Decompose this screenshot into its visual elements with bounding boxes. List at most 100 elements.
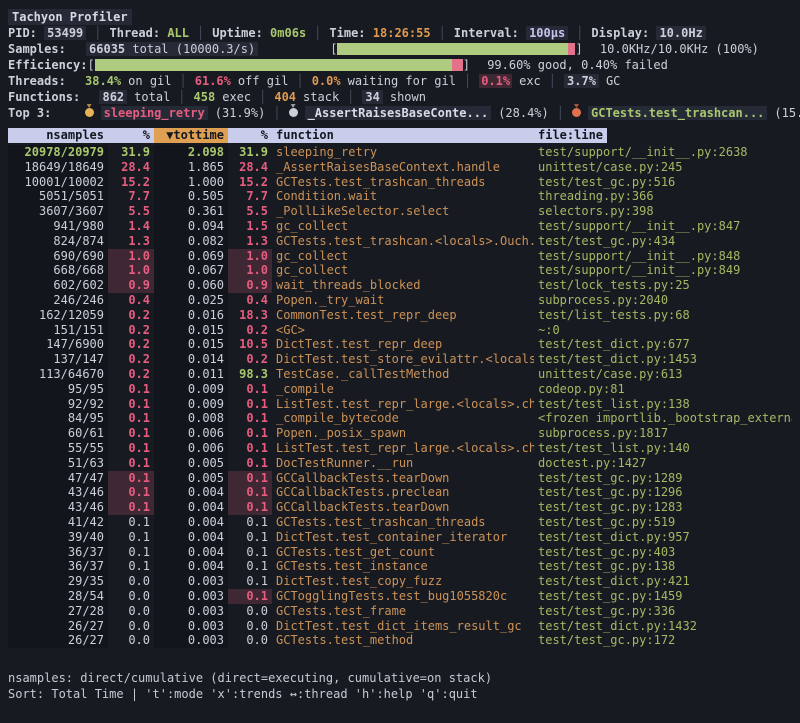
table-row[interactable]: 151/1510.20.0150.2<GC>~:0 xyxy=(8,323,792,338)
file-line-cell: test/support/__init__.py:849 xyxy=(534,263,792,278)
table-row[interactable]: 602/6020.90.0600.9wait_threads_blockedte… xyxy=(8,278,792,293)
table-row[interactable]: 137/1470.20.0140.2DictTest.test_store_ev… xyxy=(8,352,792,367)
cumulative-pct-cell: 18.3 xyxy=(228,308,272,323)
table-row[interactable]: 41/420.10.0040.1GCTests.test_trashcan_th… xyxy=(8,515,792,530)
top-function-pct: (31.9%) xyxy=(215,106,266,120)
table-row[interactable]: 18649/1864928.41.86528.4_AssertRaisesBas… xyxy=(8,160,792,175)
direct-pct-cell: 0.1 xyxy=(108,530,154,545)
bar-close-bracket: ] xyxy=(575,42,582,56)
direct-pct-cell: 0.1 xyxy=(108,426,154,441)
thread-value[interactable]: ALL xyxy=(167,26,189,40)
cumulative-pct-cell: 0.1 xyxy=(228,500,272,515)
header-cumulative-pct[interactable]: % xyxy=(228,128,272,143)
header-direct-pct[interactable]: % xyxy=(108,128,154,143)
table-row[interactable]: 39/400.10.0040.1DictTest.test_container_… xyxy=(8,530,792,545)
thread-stat: 3.7%GC xyxy=(564,74,620,88)
header-file-line[interactable]: file:line xyxy=(534,128,792,143)
table-row[interactable]: 47/470.10.0050.1GCCallbackTests.tearDown… xyxy=(8,471,792,486)
top-function[interactable]: sleeping_retry(31.9%) xyxy=(85,106,266,120)
direct-pct-cell: 7.7 xyxy=(108,189,154,204)
thread-stat: 61.6%off gil xyxy=(195,74,289,88)
function-cell: GCCallbackTests.tearDown xyxy=(272,471,534,486)
nsamples-cell: 18649/18649 xyxy=(8,160,108,175)
table-row[interactable]: 60/610.10.0060.1Popen._posix_spawnsubpro… xyxy=(8,426,792,441)
direct-pct-cell: 0.2 xyxy=(108,367,154,382)
divider: │ xyxy=(541,74,564,88)
cumulative-pct-cell: 5.5 xyxy=(228,204,272,219)
thread-stat-label: on gil xyxy=(128,74,171,88)
nsamples-cell: 602/602 xyxy=(8,278,108,293)
nsamples-cell: 668/668 xyxy=(8,263,108,278)
table-row[interactable]: 36/370.10.0040.1GCTests.test_instancetes… xyxy=(8,559,792,574)
time-value: 18:26:55 xyxy=(373,26,431,40)
direct-pct-cell: 5.5 xyxy=(108,204,154,219)
cumulative-pct-cell: 0.2 xyxy=(228,323,272,338)
direct-pct-cell: 1.0 xyxy=(108,263,154,278)
direct-pct-cell: 0.1 xyxy=(108,397,154,412)
function-stat-label: exec xyxy=(222,90,251,104)
table-row[interactable]: 824/8741.30.0821.3GCTests.test_trashcan.… xyxy=(8,234,792,249)
divider: │ xyxy=(568,26,591,40)
tottime-cell: 0.060 xyxy=(154,278,228,293)
nsamples-cell: 151/151 xyxy=(8,323,108,338)
header-tottime-sorted[interactable]: ▼tottime xyxy=(154,128,228,143)
thread-stat-label: GC xyxy=(606,74,620,88)
table-row[interactable]: 29/350.00.0030.1DictTest.test_copy_fuzzt… xyxy=(8,574,792,589)
table-row[interactable]: 690/6901.00.0691.0gc_collecttest/support… xyxy=(8,249,792,264)
function-cell: gc_collect xyxy=(272,263,534,278)
table-row[interactable]: 668/6681.00.0671.0gc_collecttest/support… xyxy=(8,263,792,278)
nsamples-cell: 28/54 xyxy=(8,589,108,604)
table-row[interactable]: 3607/36075.50.3615.5_PollLikeSelector.se… xyxy=(8,204,792,219)
file-line-cell: test/test_gc.py:434 xyxy=(534,234,792,249)
direct-pct-cell: 0.1 xyxy=(108,559,154,574)
cumulative-pct-cell: 0.1 xyxy=(228,382,272,397)
header-nsamples[interactable]: nsamples xyxy=(8,128,108,143)
thread-stat-label: exc xyxy=(519,74,541,88)
table-row[interactable]: 5051/50517.70.5057.7Condition.waitthread… xyxy=(8,189,792,204)
table-row[interactable]: 51/630.10.0050.1DocTestRunner.__rundocte… xyxy=(8,456,792,471)
divider: │ xyxy=(86,26,109,40)
thread-stat-label: waiting for gil xyxy=(348,74,456,88)
nsamples-cell: 41/42 xyxy=(8,515,108,530)
tottime-cell: 0.008 xyxy=(154,411,228,426)
file-line-cell: test/test_dict.py:677 xyxy=(534,337,792,352)
cumulative-pct-cell: 15.2 xyxy=(228,175,272,190)
table-row[interactable]: 20978/2097931.92.09831.9sleeping_retryte… xyxy=(8,145,792,160)
top-function[interactable]: GCTests.test_trashcan...(15.2%) xyxy=(572,106,800,120)
file-line-cell: test/test_dict.py:1453 xyxy=(534,352,792,367)
direct-pct-cell: 0.1 xyxy=(108,471,154,486)
table-row[interactable]: 36/370.10.0040.1GCTests.test_get_countte… xyxy=(8,545,792,560)
table-row[interactable]: 10001/1000215.21.00015.2GCTests.test_tra… xyxy=(8,175,792,190)
divider: │ xyxy=(265,106,288,120)
table-row[interactable]: 84/950.10.0080.1_compile_bytecode<frozen… xyxy=(8,411,792,426)
table-row[interactable]: 95/950.10.0090.1_compilecodeop.py:81 xyxy=(8,382,792,397)
header-function[interactable]: function xyxy=(272,128,534,143)
table-row[interactable]: 28/540.00.0030.1GCTogglingTests.test_bug… xyxy=(8,589,792,604)
nsamples-cell: 690/690 xyxy=(8,249,108,264)
table-row[interactable]: 27/280.00.0030.0GCTests.test_frametest/t… xyxy=(8,604,792,619)
table-row[interactable]: 92/920.10.0090.1ListTest.test_repr_large… xyxy=(8,397,792,412)
uptime-label: Uptime: xyxy=(212,26,263,40)
table-row[interactable]: 941/9801.40.0941.5gc_collecttest/support… xyxy=(8,219,792,234)
divider: │ xyxy=(549,106,572,120)
function-cell: GCTogglingTests.test_bug1055820c xyxy=(272,589,534,604)
table-row[interactable]: 113/646700.20.01198.3TestCase._callTestM… xyxy=(8,367,792,382)
table-row[interactable]: 246/2460.40.0250.4Popen._try_waitsubproc… xyxy=(8,293,792,308)
direct-pct-cell: 0.0 xyxy=(108,604,154,619)
function-cell: GCTests.test_trashcan_threads xyxy=(272,175,534,190)
file-line-cell: test/test_list.py:138 xyxy=(534,397,792,412)
table-row[interactable]: 147/69000.20.01510.5DictTest.test_repr_d… xyxy=(8,337,792,352)
table-row[interactable]: 26/270.00.0030.0GCTests.test_methodtest/… xyxy=(8,633,792,648)
thread-stat-value: 61.6% xyxy=(195,74,231,88)
tottime-cell: 1.000 xyxy=(154,175,228,190)
table-row[interactable]: 26/270.00.0030.0DictTest.test_dict_items… xyxy=(8,619,792,634)
function-cell: <GC> xyxy=(272,323,534,338)
samples-count: 66035 xyxy=(89,42,125,56)
thread-label: Thread: xyxy=(110,26,161,40)
table-row[interactable]: 55/550.10.0060.1ListTest.test_repr_large… xyxy=(8,441,792,456)
top-function[interactable]: _AssertRaisesBaseConte...(28.4%) xyxy=(289,106,549,120)
time-label: Time: xyxy=(329,26,365,40)
table-row[interactable]: 162/120590.20.01618.3CommonTest.test_rep… xyxy=(8,308,792,323)
table-row[interactable]: 43/460.10.0040.1GCCallbackTests.preclean… xyxy=(8,485,792,500)
table-row[interactable]: 43/460.10.0040.1GCCallbackTests.tearDown… xyxy=(8,500,792,515)
